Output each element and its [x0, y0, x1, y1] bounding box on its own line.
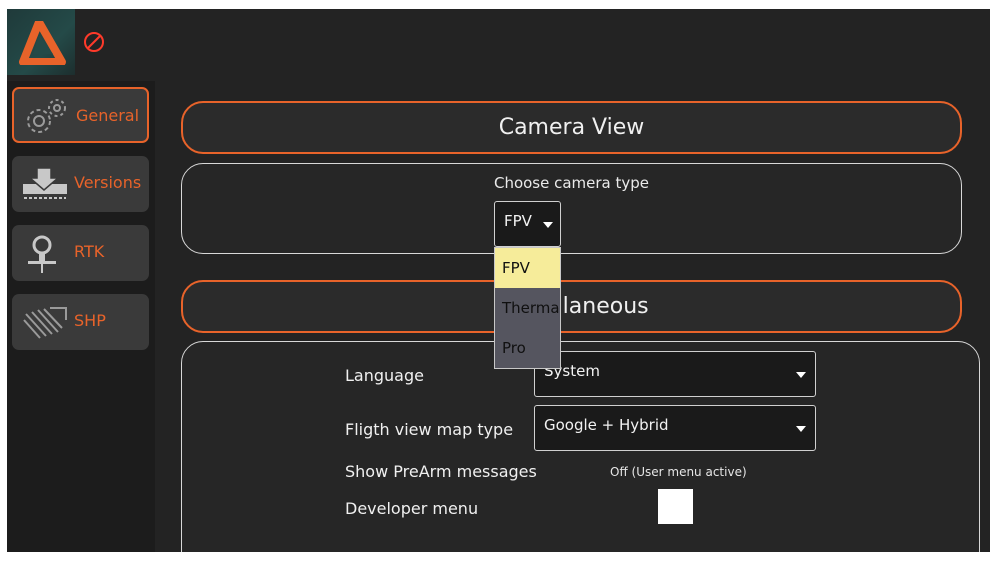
logo-icon [19, 21, 66, 65]
map-type-label: Fligth view map type [345, 420, 514, 439]
dropdown-option-thermal[interactable]: Therma [495, 288, 560, 328]
sidebar-item-shp[interactable]: SHP [12, 294, 149, 350]
camera-view-header: Camera View [181, 101, 962, 154]
sidebar-item-label: SHP [74, 311, 106, 330]
sidebar-item-rtk[interactable]: RTK [12, 225, 149, 281]
camera-type-dropdown: FPV Therma Pro [494, 247, 561, 369]
camera-settings-panel: Choose camera type [181, 163, 962, 254]
sidebar-item-label: Versions [74, 173, 142, 192]
prearm-status[interactable]: Off (User menu active) [610, 465, 747, 479]
misc-title: Miscellaneous [494, 294, 649, 319]
sidebar-item-general[interactable]: General [12, 87, 149, 143]
camera-view-title: Camera View [498, 115, 645, 140]
prearm-label: Show PreArm messages [345, 462, 537, 481]
developer-menu-checkbox[interactable] [658, 489, 693, 524]
developer-menu-label: Developer menu [345, 499, 479, 518]
caret-down-icon [543, 222, 553, 228]
caret-down-icon [796, 426, 806, 432]
app-logo [7, 9, 75, 75]
language-label: Language [345, 366, 424, 385]
gears-icon [27, 99, 66, 133]
rtk-antenna-icon [28, 235, 56, 273]
map-type-select[interactable]: Google + Hybrid [534, 405, 816, 451]
camera-type-value: FPV [504, 212, 532, 230]
misc-header: Miscellaneous [181, 280, 962, 333]
no-connection-icon[interactable] [81, 29, 107, 55]
app-window: General Versions RTK SHP Camera View Cho… [7, 9, 990, 552]
choose-camera-label: Choose camera type [493, 174, 650, 192]
field-rows-icon [23, 307, 67, 339]
map-type-value: Google + Hybrid [544, 416, 669, 434]
dropdown-option-pro[interactable]: Pro [495, 328, 560, 368]
sidebar: General Versions RTK SHP [7, 81, 155, 552]
language-select[interactable]: System [534, 351, 816, 397]
camera-type-select[interactable]: FPV [494, 201, 561, 247]
caret-down-icon [796, 372, 806, 378]
dropdown-option-fpv[interactable]: FPV [495, 248, 560, 288]
sidebar-item-label: RTK [74, 242, 105, 261]
sidebar-item-versions[interactable]: Versions [12, 156, 149, 212]
download-icon [23, 167, 67, 199]
sidebar-item-label: General [76, 106, 140, 125]
